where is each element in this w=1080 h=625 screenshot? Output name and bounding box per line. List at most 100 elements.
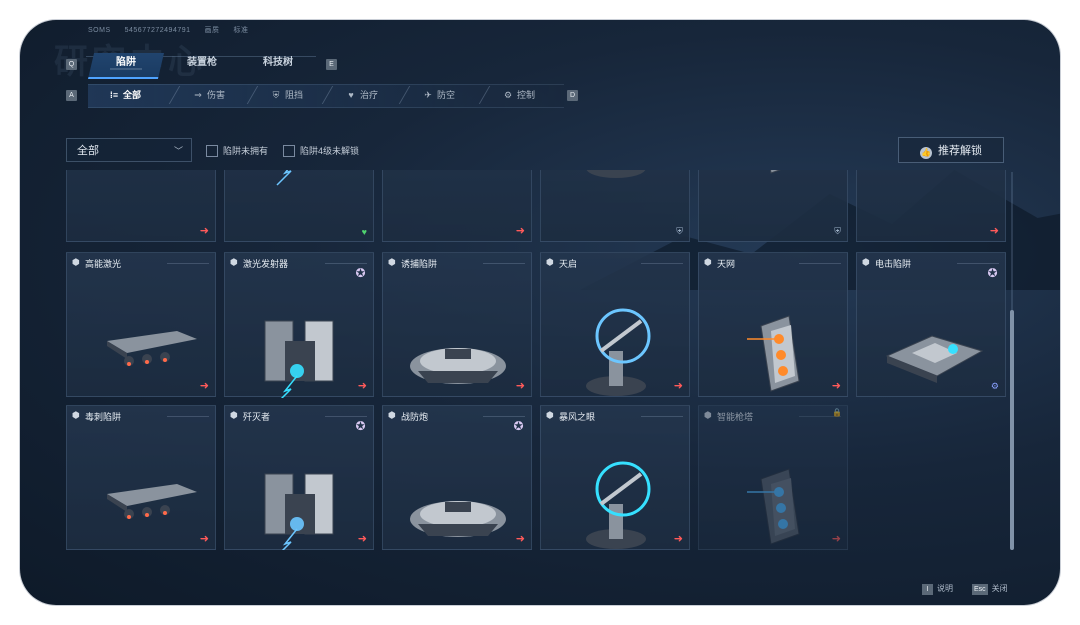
mode-label: 画质 <box>204 27 220 34</box>
checkbox-label: 陷阱未拥有 <box>223 146 269 156</box>
close-label: 关闭 <box>991 584 1008 593</box>
cube-icon: ⬢ <box>230 257 238 267</box>
damage-arrow-icon: ➜ <box>199 533 209 545</box>
damage-arrow-icon: ➜ <box>515 533 525 545</box>
cube-icon: ⬢ <box>546 257 554 267</box>
trap-card[interactable]: ➜ <box>382 170 532 242</box>
trap-name: 激光发射器 <box>243 259 289 269</box>
main-tab-subline <box>110 68 142 70</box>
next-filter-key[interactable]: D <box>567 90 578 101</box>
role-tab-label: 伤害 <box>207 90 226 100</box>
trap-model-image <box>747 315 800 392</box>
main-tab-label: 陷阱 <box>116 57 136 68</box>
trap-model-image <box>586 308 651 396</box>
prev-filter-key[interactable]: A <box>66 90 77 101</box>
uid-label: SOMS <box>88 27 111 34</box>
lv4-locked-checkbox[interactable]: 陷阱4级未解锁 <box>283 144 359 158</box>
damage-icon: ⇒ <box>194 90 202 100</box>
trap-card[interactable]: ⬢ 歼灭者 ✪ ➜ <box>224 405 374 550</box>
header-rule <box>483 416 525 417</box>
damage-arrow-icon: ➜ <box>199 380 209 392</box>
upgrade-star-icon: ✪ <box>355 419 366 433</box>
upgrade-star-icon: ✪ <box>355 266 366 280</box>
chevron-down-icon: ﹀ <box>173 146 183 156</box>
trap-card[interactable]: ⛨ <box>698 170 848 242</box>
trap-card[interactable]: ♥ <box>224 170 374 242</box>
role-tab[interactable]: ⛨ 阻挡 <box>270 86 303 104</box>
role-tab-label: 防空 <box>437 90 456 100</box>
damage-arrow-icon: ➜ <box>515 380 525 392</box>
trap-card[interactable]: ➜ <box>66 170 216 242</box>
role-tab[interactable]: ⇒ 伤害 <box>192 86 225 104</box>
trap-model-image <box>747 468 800 545</box>
trap-model-image <box>885 335 984 383</box>
main-tab-label: 装置枪 <box>187 57 217 68</box>
trap-card[interactable]: ⬢ 战防炮 ✪ ➜ <box>382 405 532 550</box>
damage-arrow-icon: ➜ <box>831 533 841 545</box>
role-tab[interactable]: ✈ 防空 <box>422 86 455 104</box>
header-rule <box>325 416 367 417</box>
trap-name: 歼灭者 <box>243 412 271 422</box>
role-tab[interactable]: ⚙ 控制 <box>502 86 535 104</box>
upgrade-star-icon: ✪ <box>987 266 998 280</box>
block-icon: ⛨ <box>834 226 841 236</box>
help-hint[interactable]: I 说明 <box>922 583 953 595</box>
header-rule <box>957 263 999 264</box>
uid-line: SOMS 545677272494791 画质 标准 <box>88 25 263 35</box>
cube-icon: ⬢ <box>704 410 712 420</box>
trap-grid: ➜ ♥ ➜ ⛨ ⛨ ➜ ⬢ 高能激光 ➜ ⬢ 激光发射器 ✪ ➜ ⬢ 诱捕陷阱 … <box>66 170 1008 550</box>
trap-model-image <box>67 170 217 243</box>
recommend-unlock-button[interactable]: 👍 推荐解锁 <box>898 137 1004 163</box>
next-tab-key[interactable]: E <box>326 59 337 70</box>
trap-name: 智能枪塔 <box>717 412 754 422</box>
trap-model-image <box>410 348 506 384</box>
header-rule <box>325 263 367 264</box>
main-tab[interactable]: 装置枪 <box>164 53 240 77</box>
main-tab[interactable]: 陷阱 <box>88 53 164 79</box>
header-rule <box>641 263 683 264</box>
recommend-label: 推荐解锁 <box>938 145 982 157</box>
trap-name: 诱捕陷阱 <box>401 259 438 269</box>
cube-icon: ⬢ <box>230 410 238 420</box>
role-tab[interactable]: ♥ 治疗 <box>345 86 378 104</box>
mode-value: 标准 <box>233 27 249 34</box>
trap-card[interactable]: ⬢ 暴风之眼 ➜ <box>540 405 690 550</box>
damage-arrow-icon: ➜ <box>673 533 683 545</box>
trap-card[interactable]: ⬢ 电击陷阱 ✪ ⚙ <box>856 252 1006 397</box>
help-key: I <box>922 584 933 595</box>
cube-icon: ⬢ <box>388 257 396 267</box>
category-dropdown[interactable]: 全部 ﹀ <box>66 138 192 162</box>
main-tab-label: 科技树 <box>263 57 293 68</box>
heal-icon: ♥ <box>361 227 367 237</box>
trap-card[interactable]: ⬢ 诱捕陷阱 ➜ <box>382 252 532 397</box>
role-tab[interactable]: ⁞≡ 全部 <box>108 86 141 104</box>
trap-model-image <box>857 170 1007 243</box>
trap-model-image <box>383 170 533 243</box>
trap-card[interactable]: ⬢ 智能枪塔 🔒 ➜ <box>698 405 848 550</box>
trap-card[interactable]: ⬢ 天网 ➜ <box>698 252 848 397</box>
trap-model-image <box>770 170 781 174</box>
dropdown-value: 全部 <box>77 145 99 157</box>
anti-air-icon: ✈ <box>424 90 432 100</box>
trap-card[interactable]: ⬢ 高能激光 ➜ <box>66 252 216 397</box>
trap-card[interactable]: ➜ <box>856 170 1006 242</box>
upgrade-star-icon: ✪ <box>513 419 524 433</box>
trap-name: 电击陷阱 <box>875 259 912 269</box>
cube-icon: ⬢ <box>704 257 712 267</box>
main-tab[interactable]: 科技树 <box>240 53 316 77</box>
all-icon: ⁞≡ <box>109 90 119 100</box>
trap-card[interactable]: ⬢ 天启 ➜ <box>540 252 690 397</box>
close-hint[interactable]: Esc 关闭 <box>972 583 1008 595</box>
trap-card[interactable]: ⛨ <box>540 170 690 242</box>
damage-arrow-icon: ➜ <box>357 380 367 392</box>
trap-model-image <box>586 170 646 178</box>
unowned-checkbox[interactable]: 陷阱未拥有 <box>206 144 268 158</box>
prev-tab-key[interactable]: Q <box>66 59 77 70</box>
cube-icon: ⬢ <box>72 410 80 420</box>
help-label: 说明 <box>937 584 953 593</box>
damage-arrow-icon: ➜ <box>989 225 999 237</box>
scrollbar-thumb[interactable] <box>1010 310 1014 550</box>
checkbox-label: 陷阱4级未解锁 <box>300 146 360 156</box>
trap-card[interactable]: ⬢ 毒刺陷阱 ➜ <box>66 405 216 550</box>
trap-card[interactable]: ⬢ 激光发射器 ✪ ➜ <box>224 252 374 398</box>
